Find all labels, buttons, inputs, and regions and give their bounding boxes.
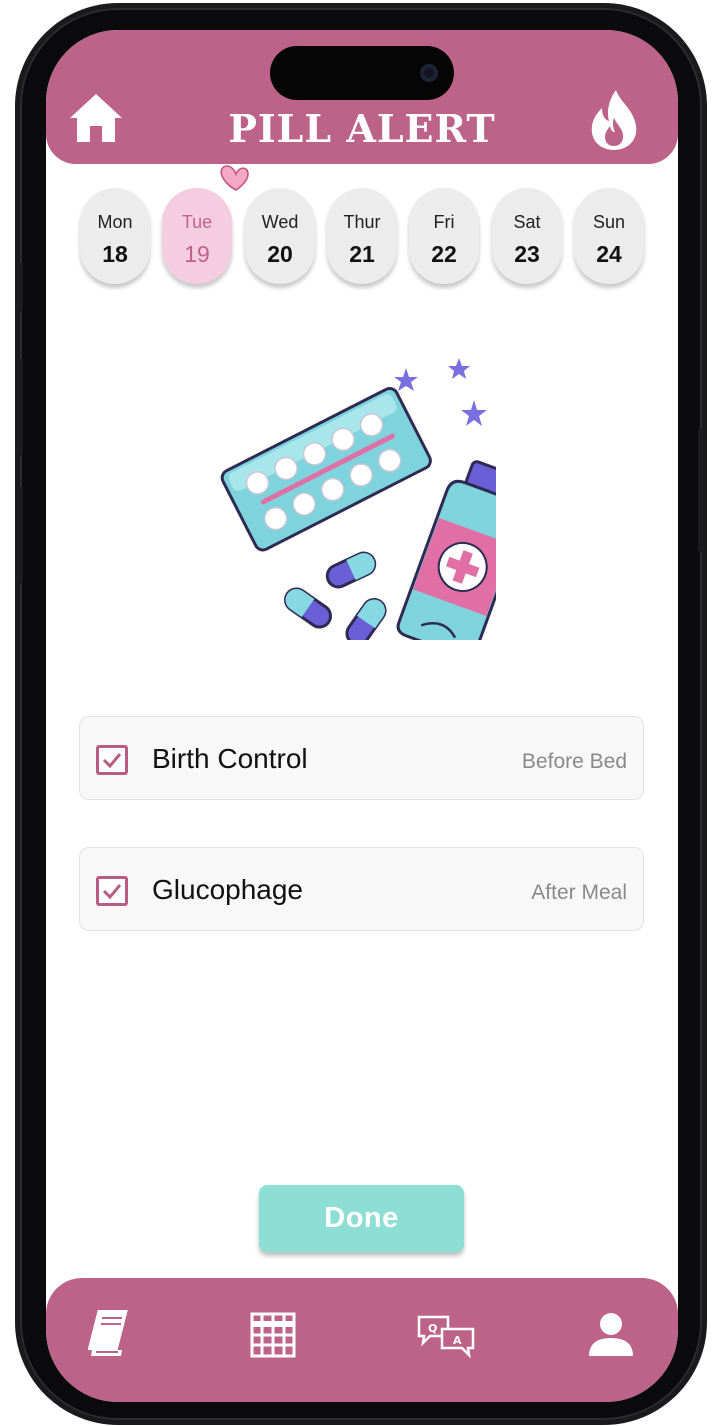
qa-chat-icon[interactable]: Q A xyxy=(416,1314,476,1358)
star-icon xyxy=(461,400,487,426)
checkmark-icon xyxy=(102,753,122,769)
calendar-grid-icon[interactable] xyxy=(250,1312,296,1358)
day-date: 23 xyxy=(514,241,540,267)
day-name: Wed xyxy=(261,212,299,232)
day-date: 19 xyxy=(184,241,210,267)
book-icon[interactable] xyxy=(88,1308,132,1358)
app-screen: PILL ALERT Mon 18 Tue 19 Wed 20 Thur 21 … xyxy=(46,30,678,1402)
day-name: Thur xyxy=(343,212,381,232)
day-mon[interactable]: Mon 18 xyxy=(80,188,150,284)
day-name: Tue xyxy=(181,212,213,232)
checkbox[interactable] xyxy=(96,876,128,906)
day-tue[interactable]: Tue 19 xyxy=(162,188,232,284)
profile-icon[interactable] xyxy=(588,1312,634,1358)
flame-icon[interactable] xyxy=(586,88,642,152)
medication-name: Birth Control xyxy=(152,743,308,774)
dynamic-island xyxy=(270,46,454,100)
medication-row[interactable]: Birth Control Before Bed xyxy=(79,716,644,800)
side-button xyxy=(17,358,23,456)
svg-text:A: A xyxy=(453,1334,462,1347)
medication-time: Before Bed xyxy=(521,750,627,773)
day-name: Fri xyxy=(433,212,455,232)
day-date: 22 xyxy=(431,241,457,267)
medication-time: After Meal xyxy=(531,881,627,904)
done-button[interactable]: Done xyxy=(259,1185,464,1252)
header-bar: PILL ALERT xyxy=(46,30,678,164)
svg-text:Q: Q xyxy=(428,1322,437,1335)
app-title: PILL ALERT xyxy=(228,106,496,151)
bottom-nav: Q A xyxy=(46,1278,678,1402)
heart-icon xyxy=(220,165,249,191)
day-name: Mon xyxy=(97,212,133,232)
day-fri[interactable]: Fri 22 xyxy=(409,188,479,284)
star-icon xyxy=(448,358,470,379)
capsule xyxy=(345,598,387,640)
day-date: 20 xyxy=(267,241,293,267)
day-date: 18 xyxy=(102,241,128,267)
day-sat[interactable]: Sat 23 xyxy=(492,188,562,284)
day-date: 24 xyxy=(596,241,622,267)
pills-illustration xyxy=(220,358,496,640)
side-button xyxy=(17,262,23,312)
checkmark-icon xyxy=(102,884,122,900)
capsule xyxy=(284,587,332,629)
day-thur[interactable]: Thur 21 xyxy=(327,188,397,284)
day-name: Sun xyxy=(592,212,626,232)
side-button xyxy=(698,428,704,552)
day-sun[interactable]: Sun 24 xyxy=(574,188,644,284)
side-button xyxy=(17,486,23,584)
medication-row[interactable]: Glucophage After Meal xyxy=(79,847,644,931)
checkbox[interactable] xyxy=(96,745,128,775)
medicine-bottle xyxy=(396,460,496,640)
capsule xyxy=(325,551,377,589)
star-icon xyxy=(394,368,418,391)
day-name: Sat xyxy=(513,212,541,232)
medication-name: Glucophage xyxy=(152,874,304,905)
day-wed[interactable]: Wed 20 xyxy=(245,188,315,284)
blister-pack xyxy=(220,387,432,552)
day-date: 21 xyxy=(349,241,375,267)
camera-icon xyxy=(420,64,438,82)
